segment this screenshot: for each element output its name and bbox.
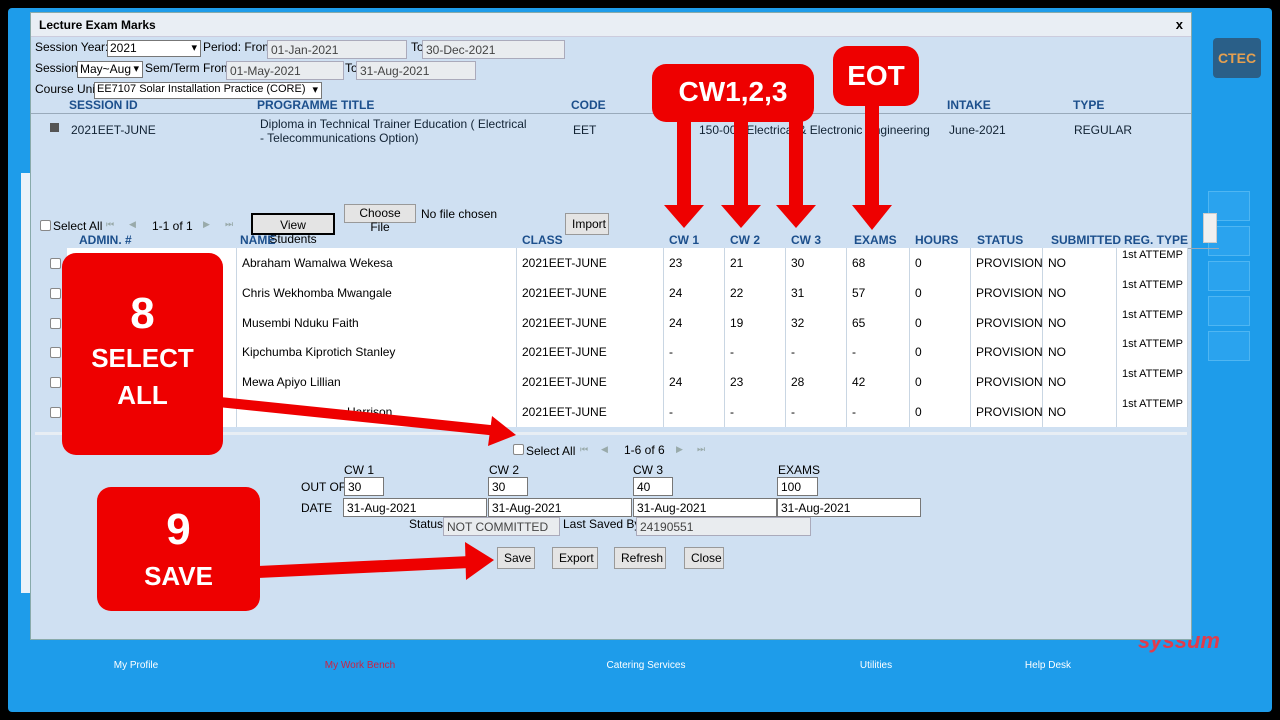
callout-eot: EOT [833,46,919,106]
callout-step8-number: 8 [130,289,155,338]
arrow-shaft [677,118,691,212]
arrow-shaft [218,397,500,436]
arrow-head [664,205,704,228]
arrow-head [852,205,892,230]
callout-step8: 8 SELECT ALL [62,253,223,455]
arrow-shaft [789,118,803,212]
arrow-head [488,416,516,446]
callout-step9: 9 SAVE [97,487,260,611]
arrow-head [721,205,761,228]
callout-cw: CW1,2,3 [652,64,814,122]
arrow-shaft [734,118,748,212]
arrow-shaft [865,104,879,212]
arrow-head [465,542,494,580]
callout-step8-text2: ALL [117,380,168,410]
arrow-shaft [258,556,470,578]
callout-step9-text: SAVE [144,561,213,591]
callout-step8-text1: SELECT [91,343,194,373]
callout-step9-number: 9 [166,505,191,554]
arrow-head [776,205,816,228]
